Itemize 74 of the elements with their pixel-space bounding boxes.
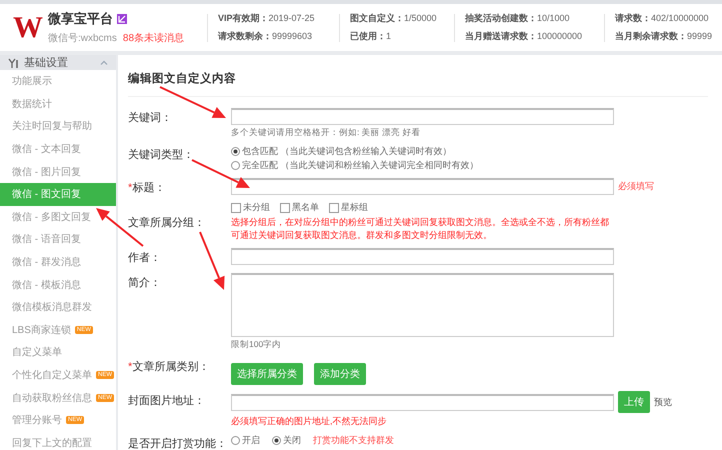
menu-item[interactable]: 微信 - 图片回复 [0,160,116,183]
menu-item[interactable]: 微信 - 群发消息 [0,250,116,274]
radio-button[interactable] [231,436,240,445]
field-label: 简介： [128,277,161,289]
field-label: 关键词： [128,112,172,124]
required-hint: 必须填写 [618,180,654,193]
menu-item[interactable]: 功能展示 [0,70,116,93]
menu-item-label[interactable]: 个性化自定义菜单 [12,368,92,382]
menu-item-label[interactable]: 自动获取粉丝信息 [12,390,92,405]
menu-item-label[interactable]: LBS商家连锁 [12,322,71,337]
annotation-arrow [192,159,250,188]
input-field[interactable] [231,248,614,265]
menu-item[interactable]: 回复下上文的配置 [0,432,116,450]
action-button[interactable]: 选择所属分类 [231,363,303,385]
checkbox[interactable] [329,202,339,212]
stat-text: 请求数：402/10000000 [615,12,710,25]
tools-icon [8,58,19,68]
stat-text: 当月赠送请求数：100000000 [465,30,584,43]
form-title: 编辑图文自定义内容 [128,55,708,97]
option-label: 包含匹配 （当此关键词包含粉丝输入关键词时有效） [242,145,452,158]
menu-item-label[interactable]: 管理分账号 [12,413,62,428]
stat-text: 请求数剩余：99999603 [218,30,314,43]
radio-button[interactable] [231,147,240,156]
menu-item[interactable]: 微信 - 图文回复 [0,182,116,206]
menu-item[interactable]: 自定义菜单 [0,341,116,364]
account-id: 微信号:wxbcms [48,32,117,45]
stat-text: 抽奖活动创建数：10/1000 [465,12,571,25]
menu-item[interactable]: 微信模板消息群发 [0,296,116,319]
stat-text: VIP有效期：2019-07-25 [218,12,316,25]
upload-button[interactable]: 上传 [618,391,650,413]
chevron-icon [100,60,108,65]
textarea-field[interactable] [231,273,614,337]
option-label: 黑名单 [292,201,319,214]
warning-text: 必须填写正确的图片地址,不然无法同步 [231,415,388,428]
checkbox[interactable] [231,202,241,212]
stat-text: 已使用：1 [350,30,392,43]
menu-item[interactable]: 微信 - 文本回复 [0,138,116,160]
field-label: *文章所属类别： [128,361,210,373]
checkbox[interactable] [280,202,290,212]
menu-item[interactable]: 微信 - 模板消息 [0,273,116,296]
menu-item[interactable]: 微信 - 多图文回复 [0,206,116,228]
field-label: 关键词类型： [128,149,194,161]
field-label: 文章所属分组： [128,217,205,229]
option-label: 关闭 [283,434,301,447]
option-label: 完全匹配 （当此关键词和粉丝输入关键词完全相同时有效） [242,159,479,172]
radio-button[interactable] [231,161,240,170]
menu-item[interactable]: 微信 - 语音回复 [0,228,116,251]
input-field[interactable] [231,108,614,125]
option-label: 未分组 [243,201,270,214]
menu-group-header[interactable]: 基础设置 [0,55,116,70]
input-field[interactable] [231,394,614,410]
option-label: 开启 [242,434,260,447]
unread-messages-link[interactable]: 88条未读消息 [122,31,184,45]
hint-text: 限制100字内 [231,339,282,351]
required-hint: 打赏功能不支持群发 [313,434,394,447]
field-label: 作者： [128,252,161,264]
warning-text: 选择分组后，在对应分组中的粉丝可通过关键词回复获取图文消息。全选或全不选，所有粉丝都可通过关键词回复获取图文消息。群发和多图文时分组限制无效。 [231,216,610,242]
preview-link[interactable]: 预览 [654,396,672,408]
radio-button[interactable] [272,436,281,445]
annotation-arrow [199,232,225,290]
hint-text: 多个关键词请用空格格开：例如: 美丽 漂亮 好看 [231,127,422,139]
stat-text: 当月剩余请求数：99999 [615,30,714,43]
stat-text: 图文自定义：1/50000 [350,12,438,25]
brand-name: 微享宝平台 [48,10,113,28]
action-button[interactable]: 添加分类 [314,363,366,385]
input-field[interactable] [231,178,614,195]
field-label: 是否开启打赏功能： [128,438,227,450]
option-label: 星标组 [341,201,368,214]
annotation-arrow [160,86,226,118]
menu-item[interactable]: 关注时回复与帮助 [0,115,116,138]
field-label: 封面图片地址： [128,395,205,407]
vip-icon [117,14,127,24]
menu-item[interactable]: 数据统计 [0,92,116,116]
field-label: *标题： [128,182,166,194]
